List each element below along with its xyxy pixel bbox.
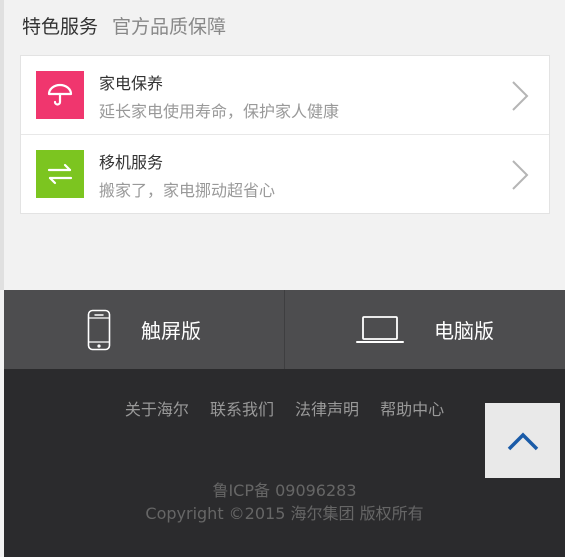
phone-icon (87, 309, 111, 350)
section-subtitle: 官方品质保障 (112, 16, 227, 38)
service-title: 家电保养 (99, 74, 164, 93)
footer-link-contact[interactable]: 联系我们 (210, 400, 274, 419)
touch-version-button[interactable]: 触屏版 (4, 290, 285, 369)
footer-links: 关于海尔 联系我们 法律声明 帮助中心 (4, 396, 565, 420)
footer-link-about[interactable]: 关于海尔 (125, 400, 189, 419)
service-item-relocation[interactable]: 移机服务 搬家了，家电挪动超省心 (21, 135, 549, 214)
laptop-icon (356, 315, 404, 343)
icp-number: 鲁ICP备 09096283 (212, 481, 357, 500)
version-switch-bar: 触屏版 电脑版 (4, 290, 565, 369)
footer: 关于海尔 联系我们 法律声明 帮助中心 鲁ICP备 09096283 Copyr… (4, 369, 565, 557)
left-edge-divider (0, 0, 4, 290)
pc-version-label: 电脑版 (434, 319, 494, 343)
service-title: 移机服务 (99, 153, 164, 172)
section-header: 特色服务 官方品质保障 (22, 12, 226, 42)
service-item-maintenance[interactable]: 家电保养 延长家电使用寿命，保护家人健康 (21, 56, 549, 135)
chevron-right-icon (512, 160, 529, 190)
pc-version-button[interactable]: 电脑版 (285, 290, 565, 369)
page: 特色服务 官方品质保障 家电保养 延长家电使用寿命，保护家人健康 移机服务 搬家… (0, 0, 565, 557)
footer-link-help[interactable]: 帮助中心 (380, 400, 444, 419)
service-description: 延长家电使用寿命，保护家人健康 (99, 102, 340, 121)
back-to-top-button[interactable] (485, 403, 560, 478)
chevron-up-icon (507, 432, 538, 450)
umbrella-icon (36, 71, 84, 119)
services-card: 家电保养 延长家电使用寿命，保护家人健康 移机服务 搬家了，家电挪动超省心 (20, 55, 550, 214)
chevron-right-icon (512, 81, 529, 111)
footer-link-legal[interactable]: 法律声明 (295, 400, 359, 419)
copyright-text: Copyright ©2015 海尔集团 版权所有 (145, 504, 424, 523)
touch-version-label: 触屏版 (141, 319, 201, 343)
swap-arrows-icon (36, 150, 84, 198)
section-title: 特色服务 (22, 16, 99, 38)
service-description: 搬家了，家电挪动超省心 (99, 181, 276, 200)
